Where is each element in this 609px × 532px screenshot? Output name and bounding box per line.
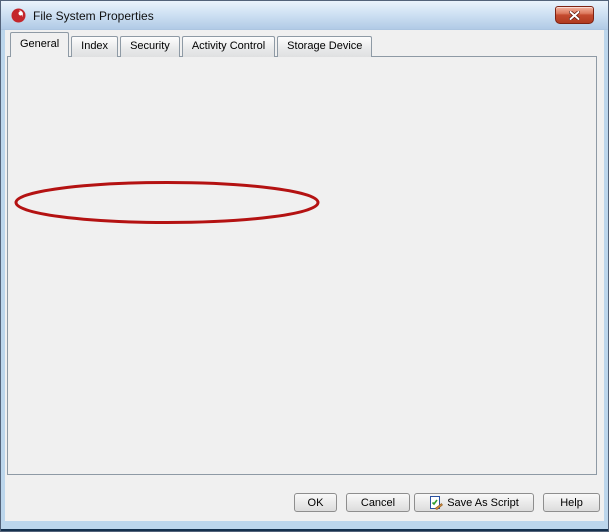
general-tab-pane: [7, 56, 597, 475]
tab-security[interactable]: Security: [120, 36, 180, 57]
titlebar[interactable]: File System Properties: [1, 1, 608, 30]
window-title: File System Properties: [33, 9, 154, 23]
file-system-properties-dialog: File System Properties General Index Sec…: [0, 0, 609, 532]
tab-bar: General Index Security Activity Control …: [10, 32, 374, 57]
tab-storage-device[interactable]: Storage Device: [277, 36, 372, 57]
cancel-button[interactable]: Cancel: [346, 493, 410, 512]
save-as-script-button[interactable]: Save As Script: [414, 493, 534, 512]
ok-button[interactable]: OK: [294, 493, 337, 512]
tab-index[interactable]: Index: [71, 36, 118, 57]
close-icon: [569, 11, 580, 20]
script-icon: [429, 496, 443, 510]
tab-activity-control[interactable]: Activity Control: [182, 36, 275, 57]
tab-general[interactable]: General: [10, 32, 69, 57]
help-button[interactable]: Help: [543, 493, 600, 512]
app-logo-icon: [11, 8, 26, 23]
close-button[interactable]: [555, 6, 594, 24]
